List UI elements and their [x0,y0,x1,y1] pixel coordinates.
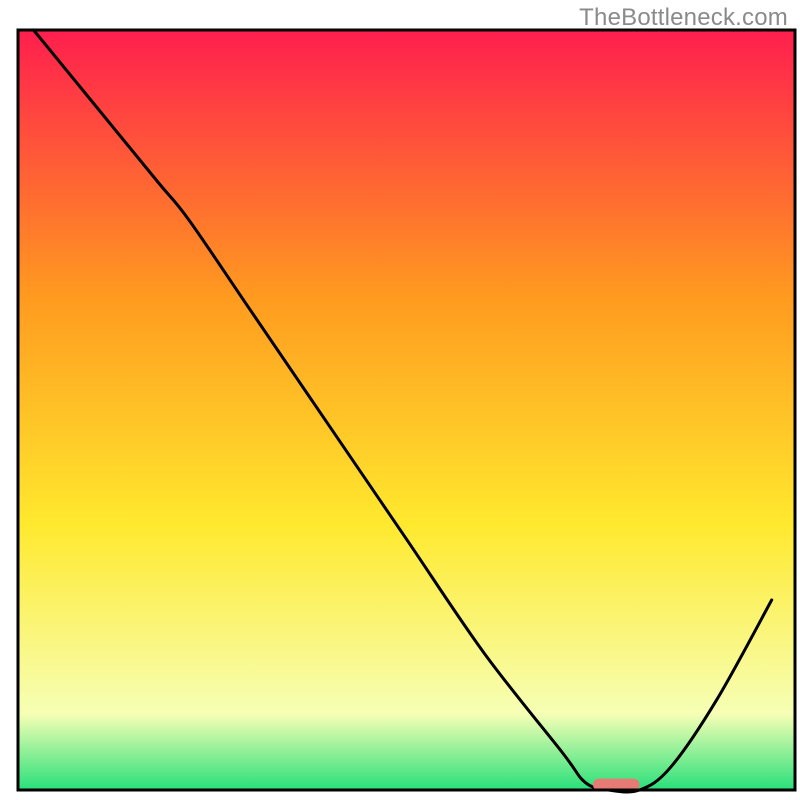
bottleneck-chart: TheBottleneck.com [0,0,800,800]
chart-svg [0,0,800,800]
gradient-background [18,30,795,790]
